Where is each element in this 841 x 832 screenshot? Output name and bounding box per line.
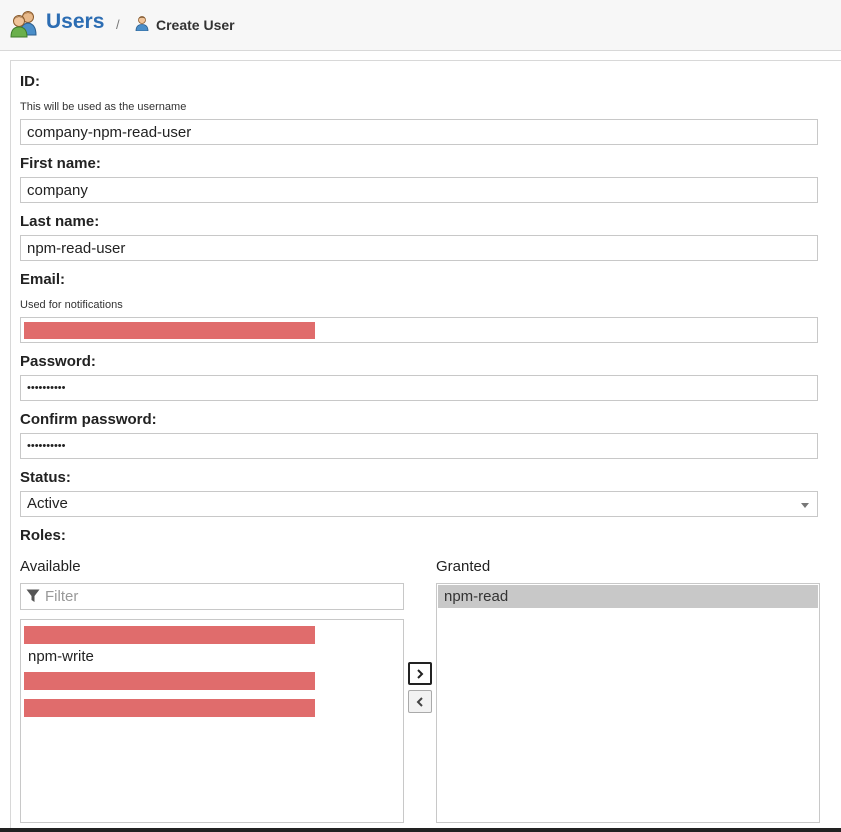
roles-filter[interactable]	[20, 583, 404, 610]
roles-label: Roles:	[20, 527, 66, 544]
filter-input[interactable]	[45, 584, 395, 609]
last-name-label: Last name:	[20, 213, 100, 230]
chevron-right-icon	[417, 668, 424, 679]
email-redaction	[24, 322, 315, 339]
status-select[interactable]: Active	[20, 491, 818, 517]
chevron-left-icon	[416, 696, 423, 707]
breadcrumb-separator: /	[116, 17, 120, 32]
available-role-redaction	[24, 672, 315, 690]
first-name-input[interactable]	[21, 178, 817, 202]
status-selected-value: Active	[27, 495, 68, 512]
caret-down-icon	[801, 503, 809, 508]
last-name-input[interactable]	[21, 236, 817, 260]
granted-title: Granted	[436, 558, 491, 575]
email-label: Email:	[20, 271, 66, 288]
id-input[interactable]	[21, 120, 817, 144]
available-title: Available	[20, 558, 81, 575]
page-header: Users / Create User	[0, 0, 841, 51]
breadcrumb-users-link[interactable]: Users	[46, 10, 104, 34]
granted-roles-list[interactable]: npm-read	[436, 583, 820, 823]
list-item[interactable]: npm-read	[438, 585, 818, 608]
password-field[interactable]: ••••••••••	[20, 375, 818, 401]
confirm-password-label: Confirm password:	[20, 411, 157, 428]
email-help-text: Used for notifications	[20, 299, 123, 311]
id-field[interactable]	[20, 119, 818, 145]
move-left-button[interactable]	[408, 690, 432, 713]
confirm-password-input[interactable]: ••••••••••	[21, 434, 817, 458]
available-role-redaction	[24, 699, 315, 717]
available-role-redaction	[24, 626, 315, 644]
breadcrumb-current: Create User	[156, 17, 235, 33]
id-help-text: This will be used as the username	[20, 101, 187, 113]
last-name-field[interactable]	[20, 235, 818, 261]
status-label: Status:	[20, 469, 71, 486]
first-name-label: First name:	[20, 155, 101, 172]
filter-icon	[26, 589, 40, 602]
users-icon	[10, 11, 37, 38]
password-label: Password:	[20, 353, 96, 370]
user-icon	[135, 16, 149, 31]
password-input[interactable]: ••••••••••	[21, 376, 817, 400]
bottom-border	[0, 828, 841, 832]
id-label: ID:	[20, 73, 40, 90]
available-roles-list[interactable]: npm-write	[20, 619, 404, 823]
confirm-password-field[interactable]: ••••••••••	[20, 433, 818, 459]
first-name-field[interactable]	[20, 177, 818, 203]
list-item[interactable]: npm-write	[24, 648, 94, 666]
email-field[interactable]	[20, 317, 818, 343]
move-right-button[interactable]	[408, 662, 432, 685]
